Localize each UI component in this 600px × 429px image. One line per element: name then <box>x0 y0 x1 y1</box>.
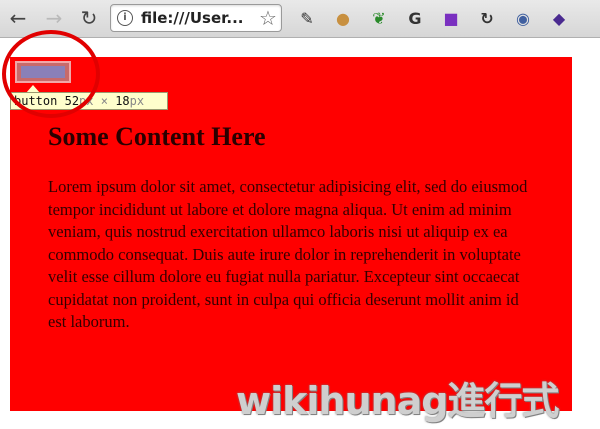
bookmark-star-icon[interactable]: ☆ <box>259 6 277 30</box>
globe-icon[interactable]: ◉ <box>512 7 534 29</box>
tool-icon[interactable]: ✎ <box>296 7 318 29</box>
leaf-icon[interactable]: ❦ <box>368 7 390 29</box>
back-button[interactable]: ← <box>6 6 30 30</box>
annotation-circle <box>2 30 100 118</box>
page-info-icon[interactable]: i <box>117 10 133 26</box>
address-text: file:///User... <box>141 9 244 27</box>
tooltip-height-unit: px <box>129 94 145 108</box>
forward-button[interactable]: → <box>42 6 66 30</box>
color-picker-icon[interactable]: ■ <box>440 7 462 29</box>
reload-icon: ↻ <box>80 6 98 30</box>
sync-icon[interactable]: ↻ <box>476 7 498 29</box>
back-arrow-icon: ← <box>9 6 27 30</box>
tooltip-height: 18 <box>115 94 130 108</box>
g-icon[interactable]: G <box>404 7 426 29</box>
lorem-paragraph: Lorem ipsum dolor sit amet, consectetur … <box>48 177 528 331</box>
page-heading: Some Content Here <box>48 122 266 151</box>
extension-icon[interactable]: ◆ <box>548 7 570 29</box>
browser-toolbar: ← → ↻ i file:///User... ☆ ✎ ● ❦ G ■ ↻ ◉ ◆ <box>0 0 600 38</box>
tooltip-times: × <box>93 94 116 108</box>
watermark-text: wikihunag進行式 <box>236 379 559 423</box>
address-bar[interactable]: i file:///User... ☆ <box>110 4 282 32</box>
cookie-icon[interactable]: ● <box>332 7 354 29</box>
forward-arrow-icon: → <box>45 6 63 30</box>
reload-button[interactable]: ↻ <box>77 6 101 30</box>
